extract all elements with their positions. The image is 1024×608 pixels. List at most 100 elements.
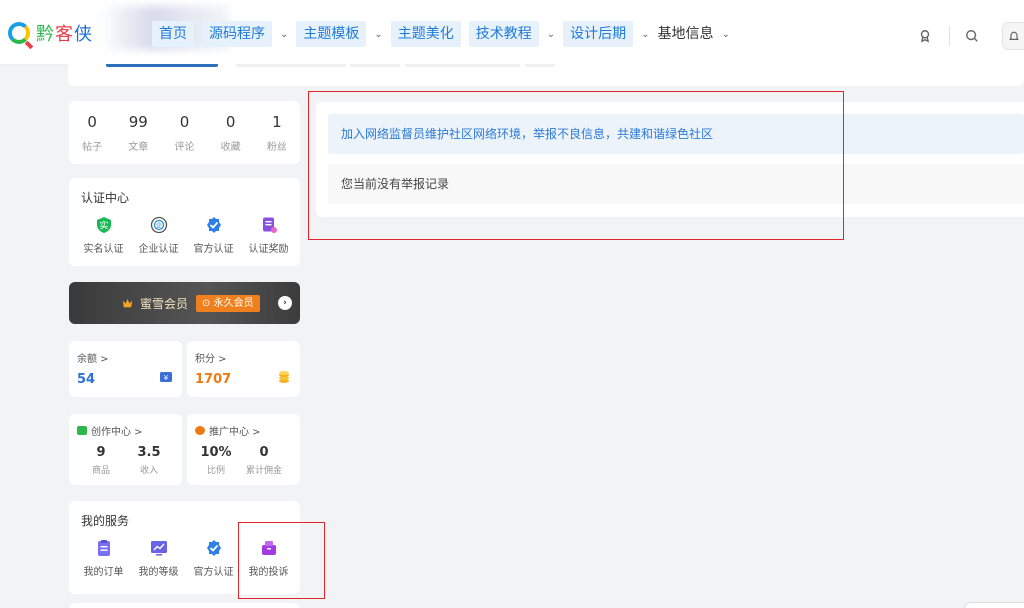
stat-label: 文章: [128, 142, 149, 153]
nav-item-theme-beautify[interactable]: 主题美化: [390, 21, 461, 47]
nav-item-label[interactable]: 技术教程: [468, 21, 539, 47]
pair-label: 收入: [139, 466, 158, 476]
nav-item-design[interactable]: 设计后期 ⌄: [563, 21, 650, 47]
promotion-commission: 0 累计佣金: [244, 445, 284, 476]
annotation-highlight-complaint: [238, 522, 325, 599]
icon-label: 官方认证: [193, 567, 234, 578]
auth-enterprise[interactable]: 企 企业认证: [131, 216, 186, 255]
auth-real-name[interactable]: 实 实名认证: [76, 216, 131, 255]
crown-icon: [122, 298, 133, 308]
icon-label: 企业认证: [138, 244, 179, 255]
auth-reward[interactable]: 认证奖励: [241, 216, 296, 255]
points-value: 1707: [195, 372, 232, 387]
pair-value: 3.5: [137, 445, 161, 460]
chevron-down-icon: ⌄: [721, 28, 730, 40]
promotion-title-text: 推广中心 >: [209, 427, 261, 438]
creation-title-text: 创作中心 >: [91, 427, 143, 438]
tab-placeholder: [525, 64, 555, 67]
creation-goods: 9 商品: [81, 445, 121, 476]
promotion-center-card[interactable]: 推广中心 > 10% 比例 0 累计佣金: [187, 414, 300, 485]
stat-value: 1: [272, 113, 282, 131]
balance-value: 54: [77, 372, 96, 387]
tab-placeholder: [350, 64, 400, 67]
top-icon-group: [893, 22, 1024, 50]
nav-item-label[interactable]: 主题模板: [296, 21, 367, 47]
service-orders[interactable]: 我的订单: [76, 539, 131, 578]
official-verified-icon: [205, 539, 223, 557]
reward-icon: [260, 216, 278, 234]
stat-label: 帖子: [82, 142, 103, 153]
stat-value: 0: [179, 113, 190, 131]
stat-comments[interactable]: 0 评论: [163, 113, 206, 164]
stat-articles[interactable]: 99 文章: [117, 113, 160, 164]
wallet-icon: ¥: [160, 372, 172, 382]
tab-placeholder: [236, 64, 346, 67]
stat-value: 0: [87, 113, 97, 131]
svg-text:¥: ¥: [164, 374, 169, 382]
nav-item-label[interactable]: 设计后期: [563, 21, 634, 47]
pair-label: 比例: [206, 466, 225, 476]
stat-posts[interactable]: 0 帖子: [71, 113, 114, 164]
vip-membership-banner[interactable]: 蜜雪会员 ⊙ 永久会员 ›: [69, 282, 300, 324]
svg-text:实: 实: [99, 220, 108, 232]
nav-item-source-code[interactable]: 源码程序 ⌄: [202, 21, 288, 47]
main-nav: 首页 源码程序 ⌄ 主题模板 ⌄ 主题美化 技术教程 ⌄ 设计后期 ⌄ 基地信息…: [152, 21, 738, 47]
next-card-edge: [69, 603, 300, 608]
card-title: 我的服务: [81, 514, 130, 528]
stat-label: 收藏: [220, 142, 241, 153]
creation-income: 3.5 收入: [129, 445, 169, 476]
balance-label: 余额 >: [77, 354, 109, 365]
chevron-down-icon: ⌄: [546, 28, 556, 40]
icon-label: 实名认证: [83, 244, 124, 255]
nav-item-home[interactable]: 首页: [152, 21, 194, 47]
pair-value: 9: [96, 445, 106, 460]
points-label: 积分 >: [195, 354, 227, 365]
stat-favorites[interactable]: 0 收藏: [209, 113, 252, 164]
nav-item-label[interactable]: 基地信息: [658, 21, 714, 47]
pair-label: 累计佣金: [245, 466, 282, 476]
balance-card[interactable]: 余额 > 54 ¥: [69, 341, 182, 397]
floating-widget-edge: [964, 602, 1024, 608]
annotation-highlight-panel: [308, 91, 844, 240]
auth-official[interactable]: 官方认证: [186, 216, 241, 255]
promo-bag-icon: [195, 426, 205, 435]
service-level[interactable]: 我的等级: [131, 539, 186, 578]
stat-followers[interactable]: 1 粉丝: [255, 113, 298, 164]
level-chart-icon: [150, 539, 168, 557]
promotion-ratio: 10% 比例: [196, 445, 236, 476]
active-tab-indicator: [106, 64, 218, 67]
chevron-down-icon: ⌄: [641, 28, 650, 40]
pair-value: 10%: [200, 445, 232, 460]
badge-icon[interactable]: [915, 26, 935, 46]
nav-item-tutorials[interactable]: 技术教程 ⌄: [468, 21, 556, 47]
icon-label: 我的订单: [83, 567, 124, 578]
nav-item-label[interactable]: 源码程序: [202, 21, 272, 47]
auth-icon-row: 实 实名认证 企 企业认证 官方认证 认证奖励: [76, 216, 296, 255]
promotion-title: 推广中心 >: [195, 423, 261, 438]
creation-center-card[interactable]: 创作中心 > 9 商品 3.5 收入: [69, 414, 182, 485]
stat-value: 0: [225, 113, 236, 131]
pair-value: 0: [259, 445, 269, 460]
bell-icon[interactable]: [1002, 22, 1024, 50]
stat-label: 评论: [174, 142, 195, 153]
official-verified-icon: [205, 216, 223, 234]
points-card[interactable]: 积分 > 1707: [187, 341, 300, 397]
creation-title: 创作中心 >: [77, 423, 143, 438]
stat-value: 99: [128, 113, 148, 131]
chevron-down-icon: ⌄: [280, 28, 289, 40]
divider: [949, 26, 950, 46]
auth-center-card: 认证中心 实 实名认证 企 企业认证 官方认证 认证奖励: [69, 178, 300, 266]
chevron-down-icon: ⌄: [374, 28, 383, 40]
vip-badge: ⊙ 永久会员: [196, 295, 260, 312]
nav-item-base-info[interactable]: 基地信息 ⌄: [658, 21, 730, 47]
search-icon[interactable]: [962, 26, 982, 46]
site-logo[interactable]: 黔客侠: [8, 20, 93, 46]
icon-label: 认证奖励: [248, 244, 289, 255]
store-icon: [77, 426, 87, 435]
real-name-icon: 实: [95, 216, 113, 234]
chevron-right-icon[interactable]: ›: [278, 296, 292, 310]
enterprise-icon: 企: [150, 216, 168, 234]
service-official[interactable]: 官方认证: [186, 539, 241, 578]
nav-item-themes[interactable]: 主题模板 ⌄: [296, 21, 383, 47]
svg-text:企: 企: [155, 222, 161, 230]
